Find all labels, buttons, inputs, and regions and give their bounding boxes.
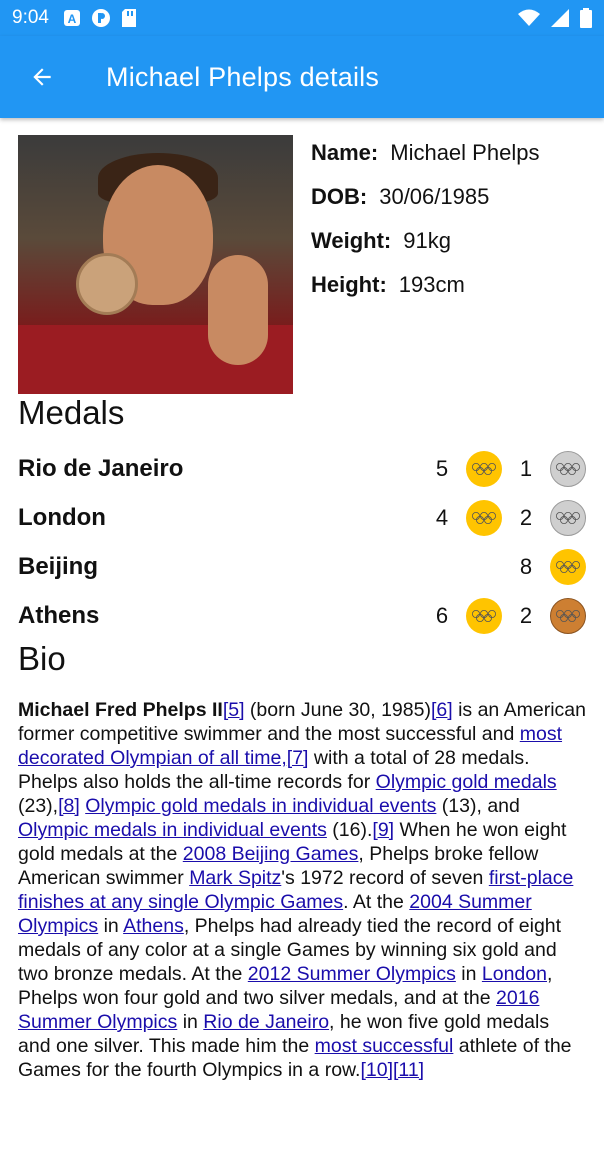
back-button[interactable] [24, 59, 60, 95]
olympic-rings-icon [556, 609, 580, 622]
weight-row: Weight: 91kg [311, 225, 539, 269]
notification-p-icon [91, 9, 110, 27]
silver-count: 1 [519, 455, 533, 481]
gold-medal-icon [466, 450, 502, 487]
height-label: Height: [311, 272, 387, 297]
bio-link[interactable]: London [482, 963, 547, 985]
medal-row: Athens 6 2 [18, 591, 586, 640]
olympic-rings-icon [472, 511, 496, 524]
silver-medal-icon [550, 450, 586, 487]
venue-name: Athens [18, 601, 100, 629]
bio-link[interactable]: [7] [287, 747, 309, 769]
olympic-rings-icon [556, 560, 580, 573]
bio-text-segment: in [177, 1011, 204, 1033]
arrow-left-icon [33, 68, 51, 86]
bio-text-segment: (16). [326, 819, 373, 841]
weight-label: Weight: [311, 228, 392, 253]
bio-link[interactable]: [11] [393, 1059, 424, 1081]
battery-icon [580, 8, 592, 28]
bio-link[interactable]: Athens [123, 915, 184, 937]
gold-count: 8 [519, 553, 533, 579]
bio-heading: Bio [18, 640, 66, 677]
gold-medal-icon [550, 548, 586, 585]
bio-link[interactable]: most successful [315, 1035, 454, 1057]
medal-row: London 4 2 [18, 493, 586, 542]
bio-link[interactable]: [6] [431, 699, 453, 721]
app-bar: Michael Phelps details [0, 36, 604, 118]
status-time: 9:04 [12, 7, 49, 28]
notification-a-icon: A [63, 10, 80, 26]
bio-text-segment: 's 1972 record of seven [281, 867, 489, 889]
height-row: Height: 193cm [311, 269, 539, 313]
bronze-medal-icon [550, 597, 586, 634]
medal-row: Beijing 8 [18, 542, 586, 591]
height-value: 193cm [398, 272, 465, 297]
bio-link[interactable]: [9] [372, 819, 394, 841]
medal-row: Rio de Janeiro 5 1 [18, 444, 586, 493]
bio-link[interactable]: Rio de Janeiro [203, 1011, 329, 1033]
name-value: Michael Phelps [390, 140, 540, 165]
bio-link[interactable]: 2012 Summer Olympics [248, 963, 456, 985]
name-label: Name: [311, 140, 379, 165]
olympic-rings-icon [556, 462, 580, 475]
olympic-rings-icon [556, 511, 580, 524]
bio-text-segment: (23), [18, 795, 59, 817]
sd-card-icon [121, 9, 136, 27]
gold-count: 6 [435, 602, 449, 628]
bio-text-segment: in [455, 963, 482, 985]
medals-heading: Medals [18, 394, 125, 431]
venue-name: London [18, 503, 106, 531]
bio-link[interactable]: Olympic medals in individual events [18, 819, 327, 841]
page-title: Michael Phelps details [106, 61, 380, 92]
bio-link[interactable]: Olympic gold medals [376, 771, 557, 793]
bio-text-segment: in [98, 915, 124, 937]
dob-value: 30/06/1985 [379, 184, 490, 209]
bio-link[interactable]: Mark Spitz [189, 867, 281, 889]
bio-bold-name: Michael Fred Phelps II [18, 699, 223, 721]
gold-medal-icon [466, 597, 502, 634]
dob-row: DOB: 30/06/1985 [311, 181, 539, 225]
silver-medal-icon [550, 499, 586, 536]
gold-count: 5 [435, 455, 449, 481]
medals-list: Rio de Janeiro 5 1 London 4 2 Beijing 8 Athens 6 2 [18, 444, 586, 640]
signal-icon [551, 9, 569, 27]
gold-count: 4 [435, 504, 449, 530]
bio-link[interactable]: [10] [360, 1059, 393, 1081]
bronze-count: 2 [519, 602, 533, 628]
bio-text-segment: (13), and [436, 795, 520, 817]
weight-value: 91kg [403, 228, 451, 253]
bio-link[interactable]: [8] [58, 795, 80, 817]
bio-text-segment: . At the [343, 891, 410, 913]
olympic-rings-icon [472, 462, 496, 475]
gold-medal-icon [466, 499, 502, 536]
svg-text:A: A [68, 12, 77, 26]
bio-text: Michael Fred Phelps II[5] (born June 30,… [18, 698, 586, 1082]
silver-count: 2 [519, 504, 533, 530]
status-bar: 9:04 A [0, 0, 604, 36]
bio-text-segment: (born June 30, 1985) [244, 699, 431, 721]
profile-info: Name: Michael Phelps DOB: 30/06/1985 Weigh… [311, 135, 539, 394]
bio-link[interactable]: Olympic gold medals in individual events [85, 795, 436, 817]
wifi-icon [518, 9, 540, 26]
name-row: Name: Michael Phelps [311, 137, 539, 181]
bio-link[interactable]: [5] [223, 699, 245, 721]
venue-name: Beijing [18, 552, 99, 580]
olympic-rings-icon [472, 609, 496, 622]
athlete-photo [18, 135, 293, 394]
bio-link[interactable]: 2008 Beijing Games [183, 843, 359, 865]
venue-name: Rio de Janeiro [18, 454, 184, 482]
dob-label: DOB: [311, 184, 368, 209]
